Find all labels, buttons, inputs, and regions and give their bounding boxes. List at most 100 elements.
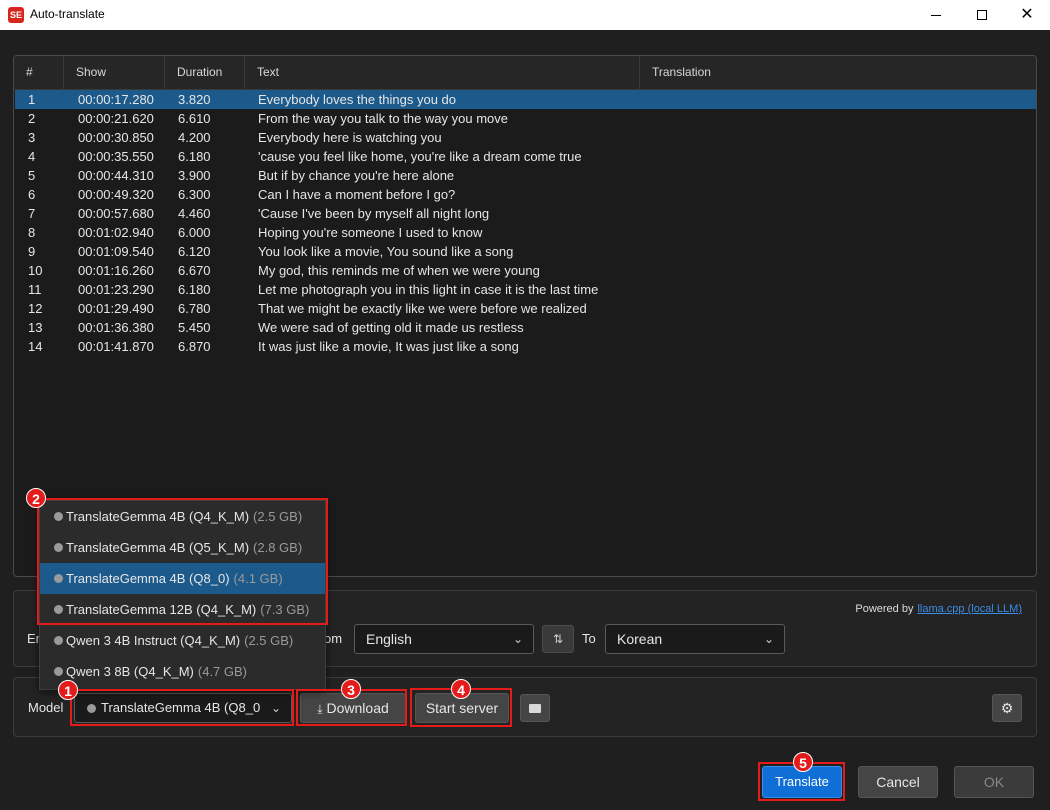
row-number: 5 (28, 168, 36, 183)
model-select-value: TranslateGemma 4B (Q8_0 (101, 700, 261, 715)
column-header-translation[interactable]: Translation (640, 56, 1036, 89)
table-row[interactable]: 3 00:00:30.850 4.200 Everybody here is watc… (15, 128, 1036, 147)
row-show-time: 00:00:17.280 (78, 92, 154, 107)
row-show-time: 00:00:57.680 (78, 206, 154, 221)
row-number: 11 (28, 282, 42, 297)
row-duration: 5.450 (178, 320, 211, 335)
model-option[interactable]: TranslateGemma 4B (Q4_K_M) (2.5 GB) (40, 501, 325, 532)
row-duration: 3.900 (178, 168, 211, 183)
step-badge-1: 1 (58, 680, 78, 700)
row-text: Hoping you're someone I used to know (258, 225, 483, 240)
model-option-name: TranslateGemma 4B (Q4_K_M) (66, 509, 250, 524)
table-row[interactable]: 11 00:01:23.290 6.180 Let me photograph you… (15, 280, 1036, 299)
model-option-selected[interactable]: TranslateGemma 4B (Q8_0) (4.1 GB) (40, 563, 325, 594)
row-text: It was just like a movie, It was just li… (258, 339, 519, 354)
row-number: 6 (28, 187, 36, 202)
close-button[interactable]: ✕ (1004, 0, 1050, 30)
folder-icon (529, 704, 541, 714)
model-option[interactable]: TranslateGemma 12B (Q4_K_M) (7.3 GB) (40, 594, 325, 625)
row-show-time: 00:01:36.380 (78, 320, 154, 335)
status-dot-icon (87, 704, 96, 713)
maximize-button[interactable] (959, 0, 1005, 30)
powered-by: Powered by llama.cpp (local LLM) (855, 603, 1022, 615)
row-text: From the way you talk to the way you mov… (258, 111, 508, 126)
download-icon: ⤓ (317, 702, 323, 716)
model-option[interactable]: Qwen 3 4B Instruct (Q4_K_M) (2.5 GB) (40, 625, 325, 656)
model-option[interactable]: TranslateGemma 4B (Q5_K_M) (2.8 GB) (40, 532, 325, 563)
row-number: 3 (28, 130, 36, 145)
table-row[interactable]: 8 00:01:02.940 6.000 Hoping you're someone … (15, 223, 1036, 242)
grid-header: # Show Duration Text Translation (14, 56, 1036, 90)
row-text: Everybody loves the things you do (258, 92, 457, 107)
row-show-time: 00:01:02.940 (78, 225, 154, 240)
row-duration: 6.670 (178, 263, 211, 278)
table-row[interactable]: 4 00:00:35.550 6.180 'cause you feel like h… (15, 147, 1036, 166)
row-show-time: 00:00:21.620 (78, 111, 154, 126)
row-number: 1 (28, 92, 36, 107)
table-row[interactable]: 2 00:00:21.620 6.610 From the way you talk … (15, 109, 1036, 128)
row-show-time: 00:00:35.550 (78, 149, 154, 164)
close-icon: ✕ (1020, 6, 1034, 23)
status-dot-icon (54, 574, 63, 583)
window-title: Auto-translate (30, 7, 105, 21)
table-row[interactable]: 9 00:01:09.540 6.120 You look like a movie,… (15, 242, 1036, 261)
table-row[interactable]: 6 00:00:49.320 6.300 Can I have a moment be… (15, 185, 1036, 204)
model-option-name: TranslateGemma 4B (Q5_K_M) (66, 540, 250, 555)
row-number: 13 (28, 320, 43, 335)
table-row[interactable]: 13 00:01:36.380 5.450 We were sad of gettin… (15, 318, 1036, 337)
cancel-button[interactable]: Cancel (858, 766, 938, 798)
row-show-time: 00:01:23.290 (78, 282, 154, 297)
row-number: 12 (28, 301, 43, 316)
table-row[interactable]: 5 00:00:44.310 3.900 But if by chance you'r… (15, 166, 1036, 185)
row-text: Can I have a moment before I go? (258, 187, 456, 202)
app-logo-icon: SE (8, 7, 24, 23)
minimize-icon (931, 14, 941, 16)
settings-button[interactable]: ⚙ (992, 694, 1022, 722)
table-row[interactable]: 10 00:01:16.260 6.670 My god, this reminds … (15, 261, 1036, 280)
row-show-time: 00:00:44.310 (78, 168, 154, 183)
column-header-text[interactable]: Text (245, 56, 640, 89)
open-folder-button[interactable] (520, 694, 550, 722)
row-duration: 6.870 (178, 339, 211, 354)
column-header-duration[interactable]: Duration (165, 56, 245, 89)
swap-languages-button[interactable]: ⇅ (542, 625, 574, 653)
column-header-show[interactable]: Show (64, 56, 165, 89)
to-language-value: Korean (617, 631, 663, 647)
column-header-number[interactable]: # (14, 56, 64, 89)
table-row[interactable]: 7 00:00:57.680 4.460 'Cause I've been by my… (15, 204, 1036, 223)
model-option-name: TranslateGemma 12B (Q4_K_M) (66, 602, 257, 617)
step-badge-2: 2 (26, 488, 46, 508)
row-show-time: 00:01:16.260 (78, 263, 154, 278)
download-label: Download (326, 700, 389, 716)
table-row[interactable]: 12 00:01:29.490 6.780 That we might be exac… (15, 299, 1036, 318)
llama-cpp-link[interactable]: llama.cpp (local LLM) (917, 603, 1022, 615)
minimize-button[interactable] (913, 0, 959, 30)
model-select[interactable]: TranslateGemma 4B (Q8_0 ⌄ (74, 693, 292, 723)
model-option[interactable]: Qwen 3 8B (Q4_K_M) (4.7 GB) (40, 656, 325, 687)
row-number: 7 (28, 206, 36, 221)
model-option-size: (4.7 GB) (197, 664, 248, 679)
row-number: 4 (28, 149, 36, 164)
row-duration: 4.460 (178, 206, 211, 221)
row-text: Everybody here is watching you (258, 130, 442, 145)
step-badge-5: 5 (793, 752, 813, 772)
chevron-down-icon: ⌄ (763, 632, 774, 646)
row-show-time: 00:00:30.850 (78, 130, 154, 145)
gear-icon: ⚙ (1000, 700, 1014, 716)
model-option-size: (7.3 GB) (260, 602, 310, 617)
table-row[interactable]: 14 00:01:41.870 6.870 It was just like a mo… (15, 337, 1036, 356)
row-number: 2 (28, 111, 36, 126)
table-row[interactable]: 1 00:00:17.280 3.820 Everybody loves the th… (15, 90, 1036, 109)
model-option-size: (2.5 GB) (253, 509, 303, 524)
row-text: That we might be exactly like we were be… (258, 301, 587, 316)
subtitle-grid[interactable]: # Show Duration Text Translation 1 00:00:… (13, 55, 1037, 577)
from-language-select[interactable]: English ⌄ (354, 624, 534, 654)
ok-button[interactable]: OK (954, 766, 1034, 798)
row-duration: 6.180 (178, 282, 211, 297)
to-language-select[interactable]: Korean ⌄ (605, 624, 785, 654)
row-duration: 6.300 (178, 187, 211, 202)
row-duration: 6.180 (178, 149, 211, 164)
status-dot-icon (54, 636, 63, 645)
row-text: 'Cause I've been by myself all night lon… (258, 206, 490, 221)
from-language-value: English (366, 631, 412, 647)
